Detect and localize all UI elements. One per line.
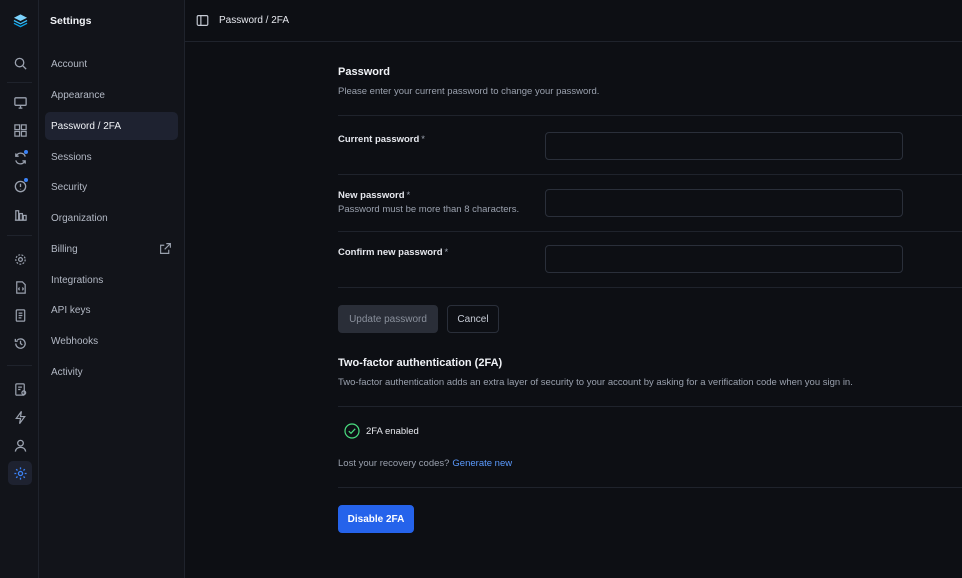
twofa-status: 2FA enabled	[366, 426, 419, 437]
sidebar-item-label: Security	[51, 181, 88, 193]
lightning-icon[interactable]	[8, 405, 32, 429]
history-icon[interactable]	[8, 331, 32, 355]
sidebar-item-label: Sessions	[51, 151, 92, 163]
sidebar-item-label: Password / 2FA	[51, 120, 122, 132]
report-icon[interactable]	[8, 377, 32, 401]
document-icon[interactable]	[8, 303, 32, 327]
generate-new-link[interactable]: Generate new	[452, 458, 512, 469]
sidebar-item-password-2fa[interactable]: Password / 2FA	[45, 112, 178, 140]
divider	[338, 115, 962, 116]
sidebar-item-label: Integrations	[51, 274, 104, 286]
sidebar-item-security[interactable]: Security	[45, 173, 178, 201]
sidebar-item-label: Billing	[51, 243, 78, 255]
divider	[338, 487, 962, 488]
user-icon[interactable]	[8, 433, 32, 457]
top-bar: Password / 2FA	[185, 0, 962, 42]
divider	[338, 406, 962, 407]
main-content: Password Please enter your current passw…	[185, 42, 962, 578]
settings-icon[interactable]	[8, 461, 32, 485]
rail-divider	[7, 365, 32, 366]
new-password-hint: Password must be more than 8 characters.	[338, 204, 520, 215]
divider	[338, 287, 962, 288]
chart-icon[interactable]	[8, 202, 32, 226]
sidebar-item-label: Webhooks	[51, 335, 99, 347]
twofa-section-title: Two-factor authentication (2FA)	[338, 357, 503, 369]
sync-icon[interactable]	[8, 146, 32, 170]
sidebar-toggle-icon[interactable]	[196, 14, 209, 27]
breadcrumb: Password / 2FA	[219, 15, 290, 26]
sidebar-item-label: Account	[51, 58, 88, 70]
password-section-description: Please enter your current password to ch…	[338, 86, 600, 97]
monitor-icon[interactable]	[8, 90, 32, 114]
sidebar-item-activity[interactable]: Activity	[45, 358, 178, 386]
confirm-password-label: Confirm new password *	[338, 247, 449, 258]
sidebar-item-label: Appearance	[51, 89, 105, 101]
disable-2fa-button[interactable]: Disable 2FA	[338, 505, 414, 533]
password-section-title: Password	[338, 66, 390, 78]
new-password-input[interactable]	[545, 189, 903, 217]
current-password-label: Current password *	[338, 134, 425, 145]
sidebar-item-account[interactable]: Account	[45, 50, 178, 78]
logo-layers-icon[interactable]	[8, 8, 32, 32]
alert-icon[interactable]	[8, 174, 32, 198]
sidebar-item-label: API keys	[51, 304, 91, 316]
rail-divider	[7, 82, 32, 83]
sidebar-item-label: Organization	[51, 212, 108, 224]
sidebar-item-label: Activity	[51, 366, 83, 378]
sidebar-item-webhooks[interactable]: Webhooks	[45, 327, 178, 355]
sidebar-item-organization[interactable]: Organization	[45, 204, 178, 232]
confirm-password-input[interactable]	[545, 245, 903, 273]
twofa-section-description: Two-factor authentication adds an extra …	[338, 377, 853, 388]
current-password-input[interactable]	[545, 132, 903, 160]
check-circle-icon	[344, 423, 360, 439]
sidebar-item-billing[interactable]: Billing	[45, 235, 178, 263]
sidebar-item-api-keys[interactable]: API keys	[45, 296, 178, 324]
search-icon[interactable]	[8, 51, 32, 75]
sidebar-item-sessions[interactable]: Sessions	[45, 143, 178, 171]
sidebar-title: Settings	[50, 15, 92, 27]
recovery-codes-text: Lost your recovery codes? Generate new	[338, 458, 513, 469]
sidebar-item-appearance[interactable]: Appearance	[45, 81, 178, 109]
cog-icon[interactable]	[8, 247, 32, 271]
sidebar-item-integrations[interactable]: Integrations	[45, 266, 178, 294]
new-password-label: New password *	[338, 190, 411, 201]
code-file-icon[interactable]	[8, 275, 32, 299]
external-link-icon	[160, 243, 171, 254]
cancel-button[interactable]: Cancel	[447, 305, 499, 333]
grid-icon[interactable]	[8, 118, 32, 142]
divider	[338, 231, 962, 232]
icon-rail	[0, 0, 39, 578]
update-password-button[interactable]: Update password	[338, 305, 438, 333]
settings-sidebar: Settings Account Appearance Password / 2…	[39, 0, 185, 578]
rail-divider	[7, 235, 32, 236]
divider	[338, 174, 962, 175]
